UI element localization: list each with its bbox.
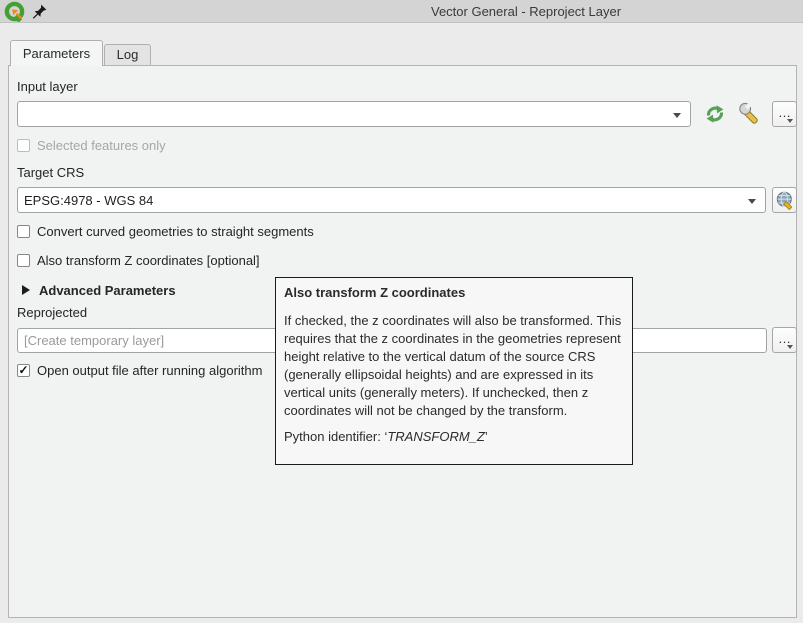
open-output-label[interactable]: Open output file after running algorithm [37,363,262,378]
expander-triangle-icon[interactable] [22,285,30,295]
tab-parameters[interactable]: Parameters [10,40,103,66]
iterate-over-layer-icon[interactable] [704,103,726,125]
tooltip-title: Also transform Z coordinates [284,284,624,302]
ellipsis-label: … [778,331,791,346]
advanced-parameters-expander[interactable]: Advanced Parameters [39,283,176,298]
select-crs-button[interactable] [772,187,797,213]
pin-icon[interactable] [31,3,48,20]
parameters-pane: Input layer … Selected features only Tar… [8,65,797,618]
python-identifier-value: TRANSFORM_Z [387,429,485,444]
ellipsis-label: … [778,105,791,120]
reprojected-label: Reprojected [17,305,87,320]
transform-z-label[interactable]: Also transform Z coordinates [optional] [37,253,260,268]
tooltip-python-identifier: Python identifier: ‘TRANSFORM_Z’ [284,428,624,446]
advanced-options-wrench-icon[interactable] [737,101,763,127]
target-crs-value: EPSG:4978 - WGS 84 [24,193,153,208]
input-layer-browse-button[interactable]: … [772,101,797,127]
menu-corner-icon [787,345,793,349]
input-layer-combobox[interactable] [17,101,691,127]
transform-z-checkbox[interactable] [17,254,30,267]
tooltip-body: If checked, the z coordinates will also … [284,312,624,420]
reprojected-browse-button[interactable]: … [772,327,797,353]
selected-features-checkbox[interactable] [17,139,30,152]
chevron-down-icon [673,113,681,118]
target-crs-label: Target CRS [17,165,84,180]
input-layer-label: Input layer [17,79,78,94]
check-icon: ✓ [18,363,28,377]
convert-curved-checkbox[interactable] [17,225,30,238]
convert-curved-label[interactable]: Convert curved geometries to straight se… [37,224,314,239]
selected-features-label: Selected features only [37,138,166,153]
chevron-down-icon [748,199,756,204]
target-crs-combobox[interactable]: EPSG:4978 - WGS 84 [17,187,766,213]
transform-z-tooltip: Also transform Z coordinates If checked,… [275,277,633,465]
open-output-checkbox[interactable]: ✓ [17,364,30,377]
menu-corner-icon [787,119,793,123]
window-title: Vector General - Reproject Layer [431,4,621,19]
qgis-logo-icon [4,1,25,22]
tab-log[interactable]: Log [104,44,151,65]
window-titlebar: Vector General - Reproject Layer [0,0,803,23]
